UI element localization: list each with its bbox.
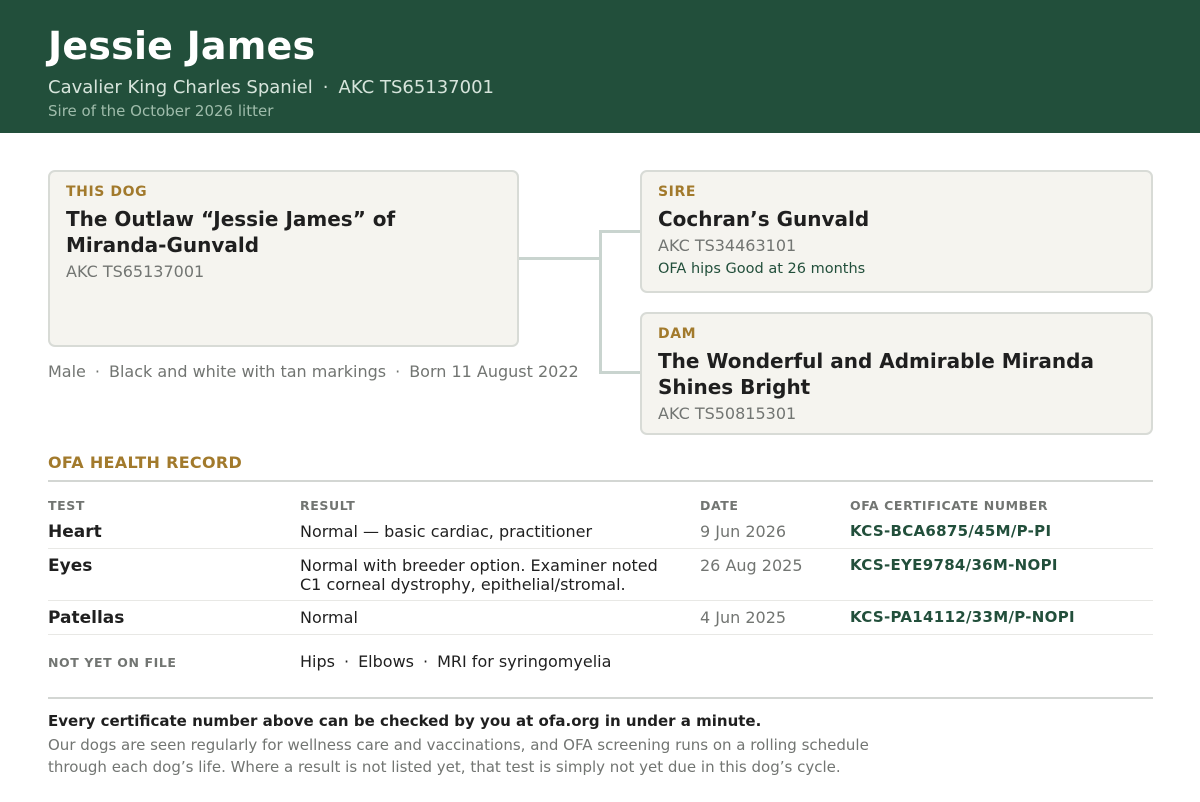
sire-card: SIRE Cochran’s Gunvald AKC TS34463101 OF… bbox=[640, 170, 1153, 293]
health-section-title: OFA HEALTH RECORD bbox=[48, 453, 243, 472]
column-header-date: DATE bbox=[700, 498, 739, 513]
test-result: Normal with breeder option. Examiner not… bbox=[300, 556, 658, 594]
card-registration: AKC TS50815301 bbox=[658, 404, 797, 423]
card-label: SIRE bbox=[658, 184, 697, 200]
breed: Cavalier King Charles Spaniel bbox=[48, 77, 313, 98]
row-divider bbox=[48, 600, 1153, 601]
dog-subtitle: Cavalier King Charles Spaniel · AKC TS6513… bbox=[48, 77, 494, 98]
dog-details: Male · Black and white with tan markings · B… bbox=[48, 362, 579, 381]
card-registration: AKC TS34463101 bbox=[658, 236, 797, 255]
separator: · bbox=[422, 652, 429, 671]
dog-sex: Male bbox=[48, 362, 86, 381]
litter-note: Sire of the October 2026 litter bbox=[48, 102, 274, 120]
separator: · bbox=[94, 362, 100, 381]
verification-note: Every certificate number above can be ch… bbox=[48, 712, 762, 730]
test-name: Patellas bbox=[48, 608, 125, 628]
card-title: The Wonderful and Admirable Miranda Shin… bbox=[658, 349, 1094, 399]
footer-divider bbox=[48, 697, 1153, 699]
pedigree-connector-vertical bbox=[599, 230, 602, 374]
pending-test: Hips bbox=[300, 652, 335, 671]
separator: · bbox=[395, 362, 401, 381]
akc-number: AKC TS65137001 bbox=[338, 77, 494, 98]
pedigree-connector-sire bbox=[599, 230, 640, 233]
column-header-test: TEST bbox=[48, 498, 85, 513]
this-dog-card: THIS DOG The Outlaw “Jessie James” of Mi… bbox=[48, 170, 519, 347]
screening-explanation: Our dogs are seen regularly for wellness… bbox=[48, 736, 869, 776]
certificate-number[interactable]: KCS-EYE9784/36M-NOPI bbox=[850, 556, 1058, 575]
card-label: THIS DOG bbox=[66, 184, 148, 200]
test-date: 9 Jun 2026 bbox=[700, 522, 787, 541]
page-header: Jessie James Cavalier King Charles Spani… bbox=[0, 0, 1200, 133]
sire-hips-note: OFA hips Good at 26 months bbox=[658, 261, 866, 277]
certificate-number[interactable]: KCS-BCA6875/45M/P-PI bbox=[850, 522, 1051, 541]
column-header-certificate: OFA CERTIFICATE NUMBER bbox=[850, 498, 1049, 513]
certificate-number[interactable]: KCS-PA14112/33M/P-NOPI bbox=[850, 608, 1075, 627]
not-on-file-label: NOT YET ON FILE bbox=[48, 655, 177, 670]
not-on-file-list: Hips · Elbows · MRI for syringomyelia bbox=[300, 652, 611, 671]
card-title: Cochran’s Gunvald bbox=[658, 207, 870, 231]
pedigree-connector-dam bbox=[599, 371, 640, 374]
card-label: DAM bbox=[658, 326, 697, 342]
test-date: 26 Aug 2025 bbox=[700, 556, 803, 575]
separator: · bbox=[322, 77, 329, 98]
dog-name: Jessie James bbox=[48, 24, 316, 68]
test-result: Normal — basic cardiac, practitioner bbox=[300, 522, 593, 541]
separator: · bbox=[343, 652, 350, 671]
row-divider bbox=[48, 548, 1153, 549]
card-title: The Outlaw “Jessie James” of Miranda-Gun… bbox=[66, 207, 396, 257]
row-divider bbox=[48, 634, 1153, 635]
pedigree-connector-horizontal bbox=[519, 257, 601, 260]
card-registration: AKC TS65137001 bbox=[66, 262, 205, 281]
test-date: 4 Jun 2025 bbox=[700, 608, 787, 627]
test-result: Normal bbox=[300, 608, 358, 627]
pending-test: MRI for syringomyelia bbox=[437, 652, 612, 671]
test-name: Heart bbox=[48, 522, 102, 542]
dog-color: Black and white with tan markings bbox=[109, 362, 387, 381]
section-divider bbox=[48, 480, 1153, 482]
dog-birthdate: Born 11 August 2022 bbox=[409, 362, 579, 381]
dam-card: DAM The Wonderful and Admirable Miranda … bbox=[640, 312, 1153, 435]
test-name: Eyes bbox=[48, 556, 93, 576]
pending-test: Elbows bbox=[358, 652, 414, 671]
column-header-result: RESULT bbox=[300, 498, 356, 513]
